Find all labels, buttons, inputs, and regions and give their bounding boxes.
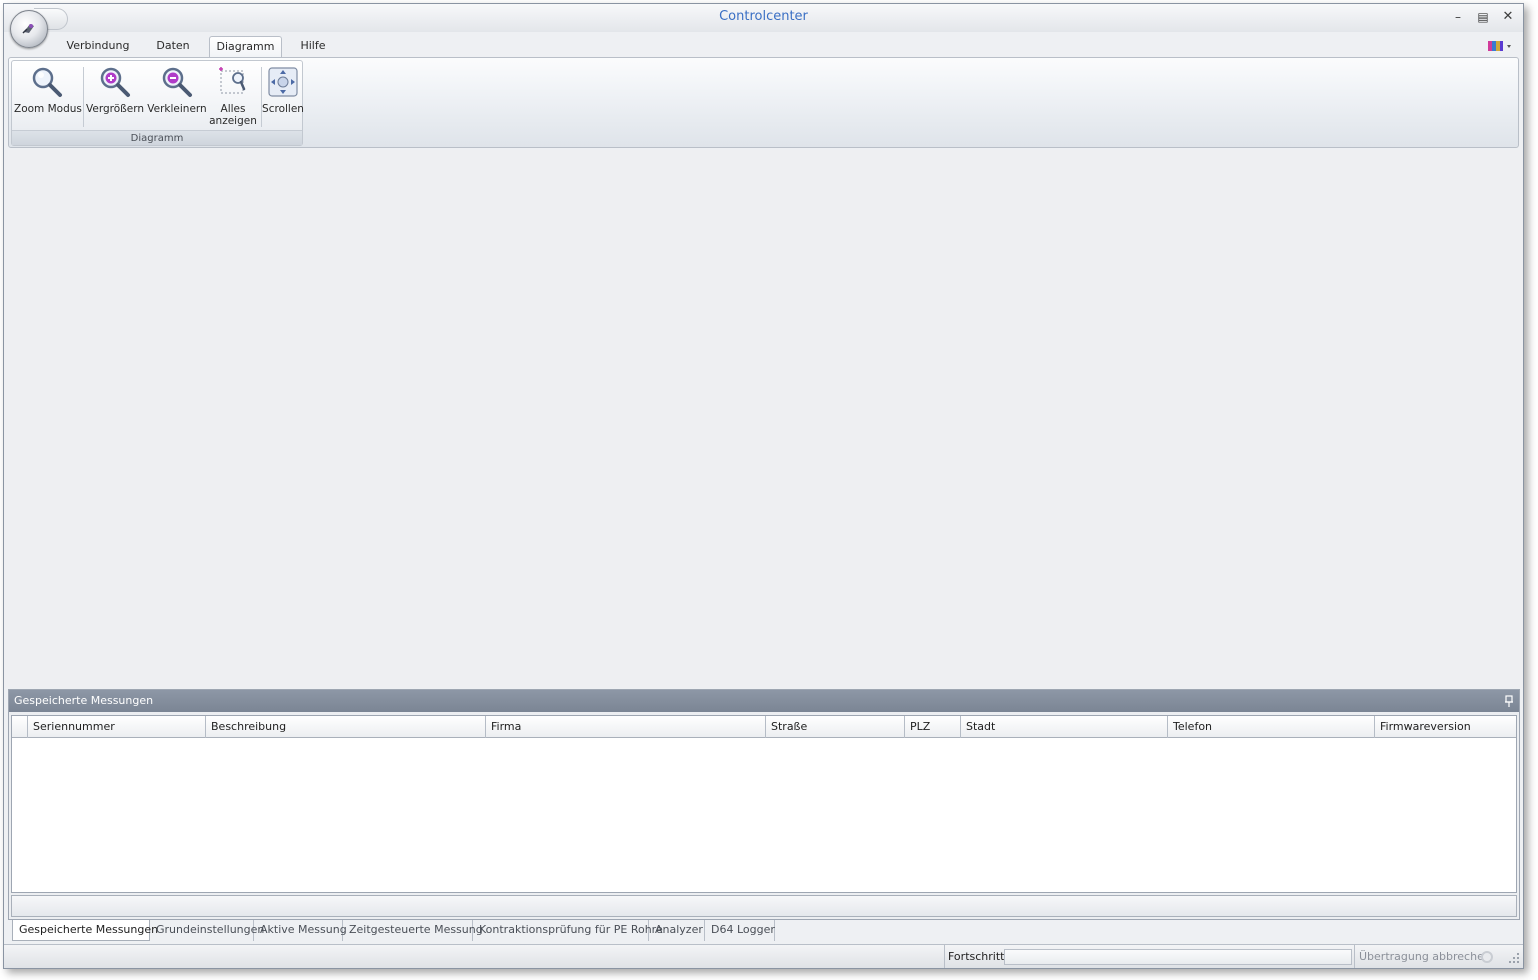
column-header-telefon[interactable]: Telefon [1168,716,1375,738]
title-bar: Controlcenter – ▤ ✕ [4,4,1523,32]
progress-label: Fortschritt [944,945,1004,968]
scroll-button[interactable]: Scrollen [262,63,304,129]
tab-diagramm[interactable]: Diagramm [209,36,282,58]
theme-selector-icon[interactable] [1487,40,1513,52]
column-header-stadt[interactable]: Stadt [961,716,1168,738]
zoom-mode-button[interactable]: Zoom Modus [14,63,82,129]
ribbon-group-diagramm: Zoom Modus Vergrößern Verkleinern Alles … [11,60,304,146]
tab-gespeicherte-messungen[interactable]: Gespeicherte Messungen [12,920,158,941]
window-title: Controlcenter [719,9,808,24]
minimize-button[interactable]: – [1447,8,1469,26]
app-window: Controlcenter – ▤ ✕ Verbindung Daten Dia… [3,3,1524,969]
close-button[interactable]: ✕ [1497,8,1519,26]
saved-measurements-panel: Gespeicherte Messungen Seriennummer Besc… [8,689,1520,920]
zoom-mode-label: Zoom Modus [14,103,82,115]
tab-d64-logger[interactable]: D64 Logger [705,920,775,941]
zoom-fit-icon [219,67,246,94]
cancel-transfer-button[interactable]: Übertragung abbrechen [1354,945,1491,968]
tab-kontraktionspruefung[interactable]: Kontraktionsprüfung für PE Rohre [473,920,663,941]
ribbon-tab-row: Verbindung Daten Diagramm Hilfe [4,34,1523,58]
magnifier-icon [32,67,62,97]
zoom-in-label: Vergrößern [86,103,144,115]
application-menu-button[interactable] [10,10,48,48]
pin-icon[interactable] [1505,695,1513,707]
status-bar: Fortschritt Übertragung abbrechen [4,944,1523,968]
zoom-in-icon [100,67,130,97]
column-header-firmwareversion[interactable]: Firmwareversion [1375,716,1516,738]
row-indicator-header [12,716,28,738]
column-header-plz[interactable]: PLZ [905,716,961,738]
busy-indicator-icon [1481,951,1493,963]
ribbon-separator [83,67,84,127]
tab-zeitgesteuerte-messung[interactable]: Zeitgesteuerte Messung [343,920,483,941]
tab-hilfe[interactable]: Hilfe [292,36,334,58]
zoom-out-icon [162,67,192,97]
show-all-button[interactable]: Alles anzeigen [208,63,258,129]
panel-title: Gespeicherte Messungen [14,694,154,707]
measurements-table[interactable]: Seriennummer Beschreibung Firma Straße P… [11,715,1517,893]
table-footer [11,895,1517,917]
resize-grip-icon[interactable] [1509,953,1519,963]
progress-bar [1004,949,1352,965]
zoom-in-button[interactable]: Vergrößern [86,63,144,129]
pan-icon [268,67,298,97]
panel-tab-strip: Gespeicherte Messungen Grundeinstellunge… [8,920,1520,942]
zoom-out-label: Verkleinern [147,103,207,115]
show-all-label-line1: Alles [220,103,246,115]
zoom-out-button[interactable]: Verkleinern [147,63,207,129]
show-all-label-line2: anzeigen [209,115,257,127]
maximize-button[interactable]: ▤ [1472,8,1494,26]
ribbon-group-label: Diagramm [12,130,302,145]
tab-analyzer[interactable]: Analyzer [649,920,705,941]
tab-aktive-messung[interactable]: Aktive Messung [254,920,347,941]
app-logo-icon [22,24,34,34]
scroll-label: Scrollen [262,103,304,115]
column-header-beschreibung[interactable]: Beschreibung [206,716,486,738]
column-header-strasse[interactable]: Straße [766,716,905,738]
tab-grundeinstellungen[interactable]: Grundeinstellungen [150,920,264,941]
column-header-firma[interactable]: Firma [486,716,766,738]
column-header-seriennummer[interactable]: Seriennummer [28,716,206,738]
panel-header: Gespeicherte Messungen [9,690,1519,712]
tab-verbindung[interactable]: Verbindung [60,36,136,58]
tab-daten[interactable]: Daten [146,36,200,58]
diagram-area[interactable] [4,150,1523,688]
ribbon: Zoom Modus Vergrößern Verkleinern Alles … [8,57,1519,148]
table-header: Seriennummer Beschreibung Firma Straße P… [12,716,1516,738]
